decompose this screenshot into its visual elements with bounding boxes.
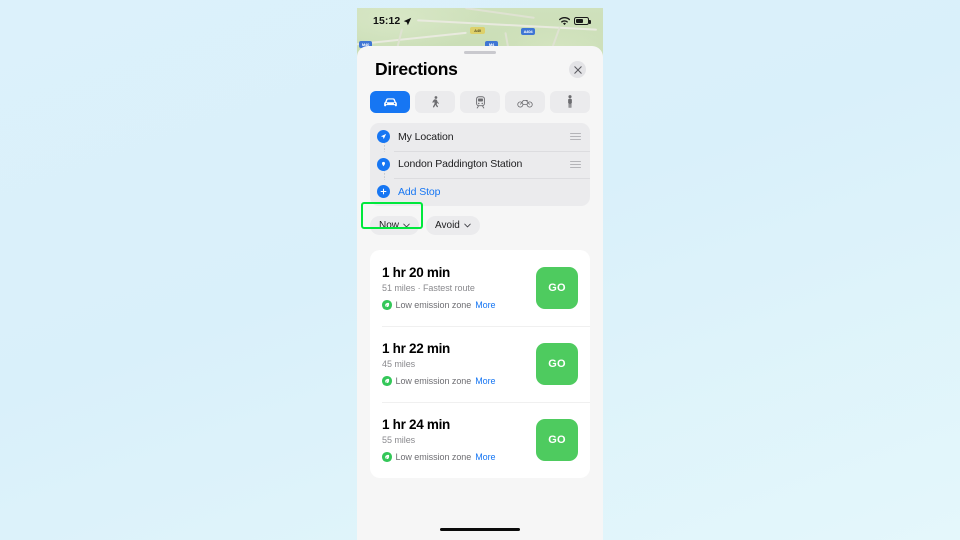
- route-emission-label: Low emission zone: [395, 452, 472, 462]
- plus-glyph: [380, 188, 387, 195]
- add-stop-label: Add Stop: [398, 185, 441, 198]
- close-button[interactable]: [569, 61, 586, 78]
- route-filters: Now Avoid: [357, 201, 603, 235]
- chevron-down-icon: [403, 223, 410, 227]
- close-icon: [573, 65, 582, 74]
- status-bar-time-group: 15:12: [373, 15, 412, 27]
- battery-icon: [574, 17, 591, 25]
- directions-sheet: Directions My Location London Paddington…: [357, 46, 603, 540]
- route-duration: 1 hr 22 min: [382, 341, 450, 356]
- route-emission-note: Low emission zone More: [382, 300, 528, 310]
- field-origin-text: My Location: [398, 130, 454, 143]
- route-emission-label: Low emission zone: [395, 376, 472, 386]
- navigation-arrow-glyph: [380, 134, 387, 140]
- add-stop-row[interactable]: Add Stop: [370, 178, 590, 206]
- mode-tab-transit[interactable]: [460, 91, 500, 113]
- leaf-glyph: [384, 454, 389, 460]
- plus-icon: [377, 185, 390, 199]
- destination-pin-icon: [377, 157, 390, 171]
- leaf-icon: [382, 376, 392, 386]
- route-emission-note: Low emission zone More: [382, 452, 528, 462]
- status-bar: 15:12: [357, 8, 603, 34]
- route-duration: 1 hr 24 min: [382, 417, 450, 432]
- phone-screen: M40 A40 A404 M4 15:12 Directions My Loca…: [357, 8, 603, 540]
- avoid-label: Avoid: [435, 219, 460, 231]
- route-detail: 45 miles: [382, 359, 416, 369]
- navigation-arrow-icon: [377, 130, 390, 144]
- drag-handle-icon[interactable]: [570, 133, 581, 141]
- avoid-button[interactable]: Avoid: [426, 215, 480, 235]
- route-emission-note: Low emission zone More: [382, 376, 528, 386]
- departure-time-label: Now: [379, 219, 400, 231]
- transport-mode-tabs: [357, 80, 603, 113]
- car-icon: [383, 97, 397, 106]
- route-duration: 1 hr 20 min: [382, 265, 450, 280]
- mode-tab-walk[interactable]: [415, 91, 455, 113]
- route-endpoints: My Location London Paddington Station Ad…: [370, 123, 590, 206]
- wifi-icon: [559, 16, 570, 25]
- route-info: 1 hr 20 min 51 miles · Fastest route Low…: [382, 265, 528, 310]
- leaf-glyph: [384, 378, 389, 384]
- status-bar-indicators: [559, 16, 591, 26]
- leaf-icon: [382, 452, 392, 462]
- route-detail: 51 miles · Fastest route: [382, 283, 475, 293]
- field-origin[interactable]: My Location: [370, 123, 590, 151]
- mode-tab-drive[interactable]: [370, 91, 410, 113]
- departure-time-button[interactable]: Now: [370, 215, 420, 235]
- field-destination-text: London Paddington Station: [398, 158, 523, 171]
- bicycle-icon: [517, 99, 533, 108]
- go-button[interactable]: GO: [536, 266, 578, 309]
- route-option[interactable]: 1 hr 24 min 55 miles Low emission zone M…: [370, 401, 590, 478]
- route-options-list: 1 hr 20 min 51 miles · Fastest route Low…: [370, 249, 590, 478]
- field-destination[interactable]: London Paddington Station: [370, 150, 590, 179]
- route-more-link[interactable]: More: [475, 300, 495, 310]
- route-option[interactable]: 1 hr 20 min 51 miles · Fastest route Low…: [370, 250, 590, 326]
- route-emission-label: Low emission zone: [395, 300, 472, 310]
- leaf-glyph: [384, 302, 389, 308]
- mode-tab-rideshare[interactable]: [550, 91, 590, 113]
- route-info: 1 hr 24 min 55 miles Low emission zone M…: [382, 417, 528, 462]
- drag-handle-icon[interactable]: [570, 160, 581, 168]
- walk-icon: [431, 95, 439, 107]
- person-icon: [568, 95, 572, 108]
- location-arrow-icon: [404, 17, 412, 25]
- page-title: Directions: [375, 59, 458, 79]
- go-button[interactable]: GO: [536, 342, 578, 385]
- transit-icon: [475, 95, 485, 108]
- home-indicator[interactable]: [440, 527, 520, 531]
- route-detail: 55 miles: [382, 435, 416, 445]
- chevron-down-icon: [464, 223, 471, 227]
- sheet-grabber[interactable]: [464, 51, 496, 55]
- destination-pin-glyph: [381, 161, 386, 166]
- go-button[interactable]: GO: [536, 418, 578, 461]
- route-more-link[interactable]: More: [475, 452, 495, 462]
- mode-tab-cycle[interactable]: [505, 91, 545, 113]
- leaf-icon: [382, 300, 392, 310]
- route-info: 1 hr 22 min 45 miles Low emission zone M…: [382, 341, 528, 386]
- route-more-link[interactable]: More: [475, 376, 495, 386]
- route-option[interactable]: 1 hr 22 min 45 miles Low emission zone M…: [370, 325, 590, 402]
- status-bar-time: 15:12: [373, 15, 401, 27]
